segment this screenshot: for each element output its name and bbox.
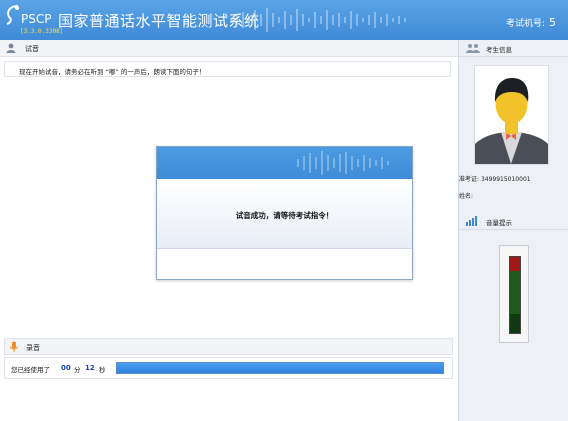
exam-id-value: 5 — [549, 16, 556, 29]
dialog-title-bar — [157, 147, 412, 179]
volume-meter — [499, 245, 529, 343]
status-dialog: 试音成功，请等待考试指令！ — [156, 146, 413, 280]
dialog-waveform-decoration — [297, 151, 389, 175]
dialog-message: 试音成功，请等待考试指令！ — [235, 211, 334, 220]
logo-icon — [6, 5, 19, 25]
users-icon — [466, 44, 480, 53]
sidebar: 考生信息 准考证: 3499915010001 姓名: 音量提示 — [458, 40, 568, 421]
minute-unit: 分 — [74, 366, 81, 374]
waveform-decoration — [230, 8, 406, 32]
app-header: PSCP 国家普通话水平智能测试系统 [3.3.0.3308] 考试机号: 5 — [0, 0, 568, 40]
app-version: [3.3.0.3308] — [20, 28, 64, 35]
avatar-placeholder-icon — [475, 78, 548, 164]
elapsed-minutes: 00 — [61, 364, 71, 372]
user-icon — [6, 43, 16, 53]
brand-text: PSCP — [21, 12, 52, 26]
volume-title: 音量提示 — [486, 219, 512, 227]
ticket-label: 准考证: — [459, 176, 480, 183]
app-title: 国家普通话水平智能测试系统 — [58, 12, 260, 30]
recording-title: 录音 — [26, 344, 40, 352]
instruction-box: 现在开始试音，请务必在听到 “嘟” 的一声后，朗读下面的句子！ — [4, 61, 451, 77]
microphone-icon — [10, 341, 18, 352]
recording-section: 录音 您已经使用了 00 分 12 秒 — [4, 338, 453, 418]
main-panel: 试音 现在开始试音，请务必在听到 “嘟” 的一声后，朗读下面的句子！ 试音成功，… — [0, 40, 458, 421]
second-unit: 秒 — [99, 366, 106, 374]
recording-status: 您已经使用了 00 分 12 秒 — [4, 357, 453, 379]
exam-id-label: 考试机号: — [505, 19, 545, 29]
ticket-value: 3499915010001 — [480, 176, 531, 183]
instruction-text: 现在开始试音，请务必在听到 “嘟” 的一声后，朗读下面的句子！ — [19, 68, 206, 76]
name-label: 姓名: — [459, 193, 474, 200]
candidate-info-header: 考生信息 — [459, 40, 568, 57]
candidate-info-title: 考生信息 — [486, 46, 512, 54]
ticket-number: 准考证: 3499915010001 — [459, 174, 531, 183]
elapsed-seconds: 12 — [85, 364, 95, 372]
volume-level-segment — [510, 271, 520, 314]
volume-meter-track — [509, 256, 521, 334]
sound-test-title: 试音 — [25, 45, 39, 53]
elapsed-prefix: 您已经使用了 — [11, 366, 50, 374]
dialog-footer — [157, 250, 412, 279]
sound-test-header: 试音 — [0, 40, 458, 57]
recording-header: 录音 — [4, 338, 453, 355]
dialog-body: 试音成功，请等待考试指令！ — [157, 179, 412, 249]
candidate-photo — [474, 65, 549, 165]
exam-machine-id: 考试机号: 5 — [506, 16, 556, 29]
recording-progress-bar — [116, 362, 444, 374]
volume-bars-icon — [466, 216, 477, 226]
progress-fill — [117, 363, 443, 373]
candidate-name: 姓名: — [459, 191, 473, 200]
volume-peak-segment — [510, 257, 520, 271]
volume-header: 音量提示 — [459, 213, 568, 230]
